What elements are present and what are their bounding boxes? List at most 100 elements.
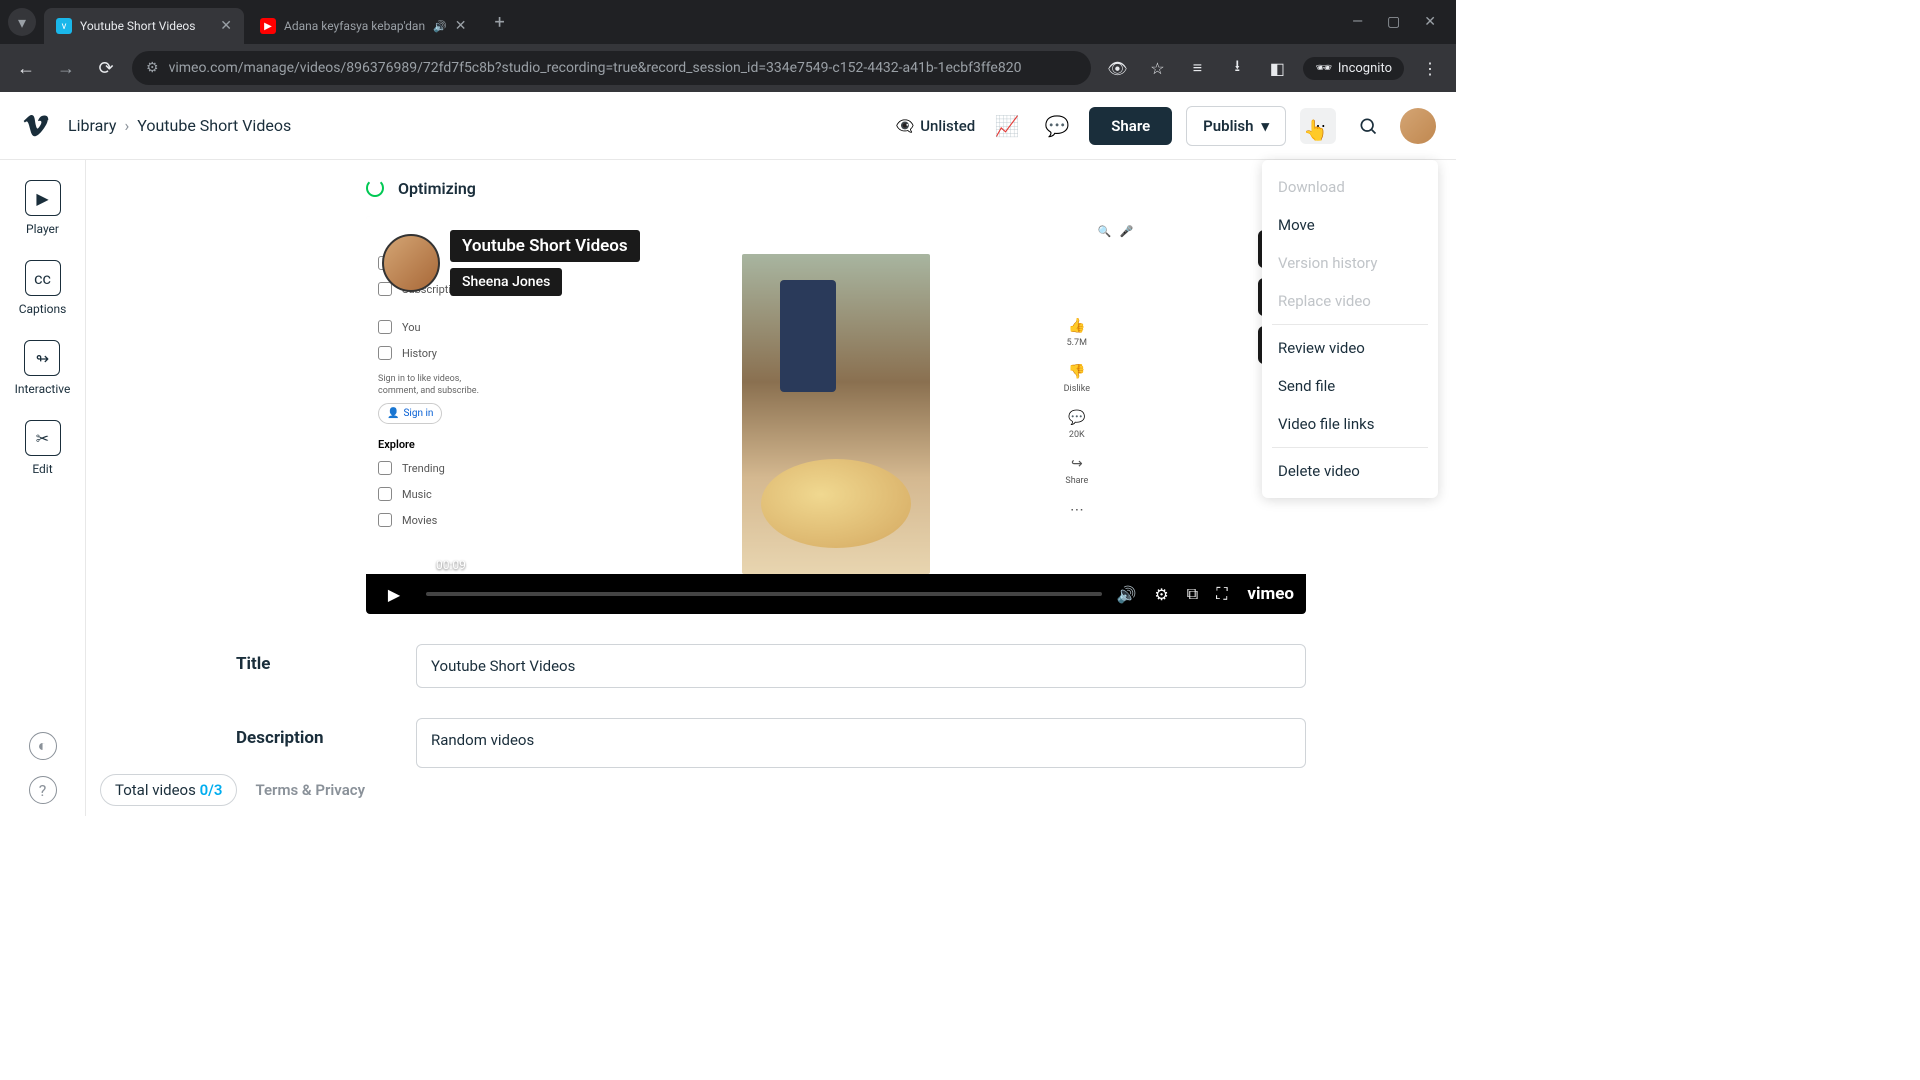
sidebar-item-edit[interactable]: ✂ Edit: [25, 420, 61, 476]
incognito-badge[interactable]: 🕶 Incognito: [1303, 57, 1404, 80]
tab-youtube[interactable]: ▶ Adana keyfasya kebap'dan 🔊 ✕: [248, 8, 479, 44]
video-title-badge: Youtube Short Videos: [450, 230, 640, 262]
footer: Total videos 0/3 Terms & Privacy: [100, 774, 365, 806]
progress-bar[interactable]: [426, 592, 1102, 596]
menu-send-file[interactable]: Send file: [1262, 367, 1438, 405]
menu-review-video[interactable]: Review video: [1262, 329, 1438, 367]
publish-button[interactable]: Publish ▾: [1186, 106, 1286, 146]
sidebar-item-captions[interactable]: cc Captions: [19, 260, 67, 316]
video-count: 0/3: [200, 781, 223, 799]
help-icon[interactable]: ?: [29, 776, 57, 804]
incognito-icon: 🕶: [1315, 61, 1332, 76]
playback-timestamp: 00:09: [436, 558, 466, 572]
more-options-menu: Download Move Version history Replace vi…: [1262, 160, 1438, 498]
eye-blocked-icon[interactable]: 👁: [1103, 54, 1131, 82]
spinner-icon: [366, 179, 384, 197]
video-count-pill[interactable]: Total videos 0/3: [100, 774, 237, 806]
close-window-button[interactable]: ✕: [1424, 14, 1436, 30]
menu-divider: [1272, 447, 1428, 448]
video-title-overlay: Youtube Short Videos Sheena Jones: [382, 230, 640, 296]
description-field-row: Description Random videos: [236, 718, 1306, 768]
description-label: Description: [236, 718, 386, 748]
vimeo-logo[interactable]: [20, 110, 52, 142]
sidepanel-icon[interactable]: ◧: [1263, 54, 1291, 82]
window-controls: — ▢ ✕: [1352, 14, 1448, 30]
url-text: vimeo.com/manage/videos/896376989/72fd7f…: [169, 60, 1078, 76]
menu-video-file-links[interactable]: Video file links: [1262, 405, 1438, 443]
vimeo-favicon: v: [56, 18, 72, 34]
search-button[interactable]: [1350, 108, 1386, 144]
fullscreen-button[interactable]: ⛶: [1212, 584, 1231, 604]
sidebar-label: Interactive: [15, 382, 71, 396]
total-videos-label: Total videos: [115, 781, 196, 799]
menu-move[interactable]: Move: [1262, 206, 1438, 244]
captions-icon: cc: [25, 260, 61, 296]
comments-icon[interactable]: 💬: [1039, 108, 1075, 144]
terms-link[interactable]: Terms & Privacy: [255, 781, 365, 799]
incognito-label: Incognito: [1338, 61, 1392, 76]
tab-title: Youtube Short Videos: [80, 19, 212, 33]
play-button[interactable]: ▶: [372, 578, 416, 610]
privacy-indicator[interactable]: 👁‍🗨 Unlisted: [896, 117, 976, 135]
menu-delete-video[interactable]: Delete video: [1262, 452, 1438, 490]
menu-version-history: Version history: [1262, 244, 1438, 282]
description-input[interactable]: Random videos: [416, 718, 1306, 768]
pip-button[interactable]: ⧉: [1183, 584, 1202, 604]
breadcrumb-current: Youtube Short Videos: [137, 116, 291, 135]
analytics-icon[interactable]: 📈: [989, 108, 1025, 144]
youtube-favicon: ▶: [260, 18, 276, 34]
back-button[interactable]: ←: [12, 54, 40, 82]
interactive-icon: ↬: [24, 340, 60, 376]
status-icon[interactable]: ◐: [29, 732, 57, 760]
menu-divider: [1272, 324, 1428, 325]
reload-button[interactable]: ⟳: [92, 54, 120, 82]
search-icon: 🔍: [1098, 225, 1112, 238]
sidebar-item-player[interactable]: ▶ Player: [25, 180, 61, 236]
browser-tab-strip: ▾ v Youtube Short Videos ✕ ▶ Adana keyfa…: [0, 0, 1456, 44]
tab-search-button[interactable]: ▾: [8, 8, 36, 36]
more-options-button[interactable]: ⋯: [1300, 108, 1336, 144]
title-input[interactable]: [416, 644, 1306, 688]
user-avatar[interactable]: [1400, 108, 1436, 144]
maximize-button[interactable]: ▢: [1387, 14, 1400, 30]
vimeo-header: Library › Youtube Short Videos 👁‍🗨 Unlis…: [0, 92, 1456, 160]
share-button[interactable]: Share: [1089, 107, 1172, 145]
chevron-down-icon: ▾: [1261, 117, 1269, 135]
sidebar-item-interactive[interactable]: ↬ Interactive: [15, 340, 71, 396]
breadcrumb-library[interactable]: Library: [68, 116, 116, 135]
site-settings-icon[interactable]: ⚙: [146, 60, 159, 76]
minimize-button[interactable]: —: [1352, 14, 1363, 30]
forward-button[interactable]: →: [52, 54, 80, 82]
close-icon[interactable]: ✕: [455, 18, 467, 34]
settings-button[interactable]: ⚙: [1150, 585, 1172, 604]
address-bar[interactable]: ⚙ vimeo.com/manage/videos/896376989/72fd…: [132, 51, 1091, 85]
browser-menu-button[interactable]: ⋮: [1416, 54, 1444, 82]
tab-title: Adana keyfasya kebap'dan: [284, 19, 425, 33]
sidebar-label: Player: [26, 222, 59, 236]
edit-icon: ✂: [25, 420, 61, 456]
download-icon[interactable]: ⭳: [1223, 54, 1251, 82]
close-icon[interactable]: ✕: [220, 18, 232, 34]
tab-vimeo[interactable]: v Youtube Short Videos ✕: [44, 8, 244, 44]
menu-replace-video: Replace video: [1262, 282, 1438, 320]
audio-icon[interactable]: 🔊: [433, 20, 447, 33]
video-author-badge: Sheena Jones: [450, 268, 562, 296]
browser-toolbar: ← → ⟳ ⚙ vimeo.com/manage/videos/89637698…: [0, 44, 1456, 92]
publish-label: Publish: [1203, 117, 1253, 135]
video-player[interactable]: 🔍 🎤 ⋮ 👤 Shorts Subscriptions You History…: [366, 216, 1306, 614]
playlist-icon[interactable]: ≡: [1183, 54, 1211, 82]
sidebar-label: Edit: [32, 462, 52, 476]
optimizing-banner: Optimizing i: [366, 160, 1306, 216]
player-controls: ▶ 🔊 ⚙ ⧉ ⛶ vimeo: [366, 574, 1306, 614]
breadcrumb: Library › Youtube Short Videos: [68, 116, 291, 135]
optimizing-label: Optimizing: [398, 179, 476, 198]
new-tab-button[interactable]: +: [483, 12, 517, 33]
content-area: Optimizing i 🔍 🎤 ⋮ 👤 Shorts Subscription…: [86, 160, 1456, 816]
player-icon: ▶: [25, 180, 61, 216]
volume-button[interactable]: 🔊: [1112, 585, 1140, 604]
vimeo-watermark[interactable]: vimeo: [1241, 584, 1300, 604]
eye-slash-icon: 👁‍🗨: [896, 117, 915, 135]
chevron-right-icon: ›: [124, 116, 129, 135]
menu-download: Download: [1262, 168, 1438, 206]
bookmark-icon[interactable]: ☆: [1143, 54, 1171, 82]
